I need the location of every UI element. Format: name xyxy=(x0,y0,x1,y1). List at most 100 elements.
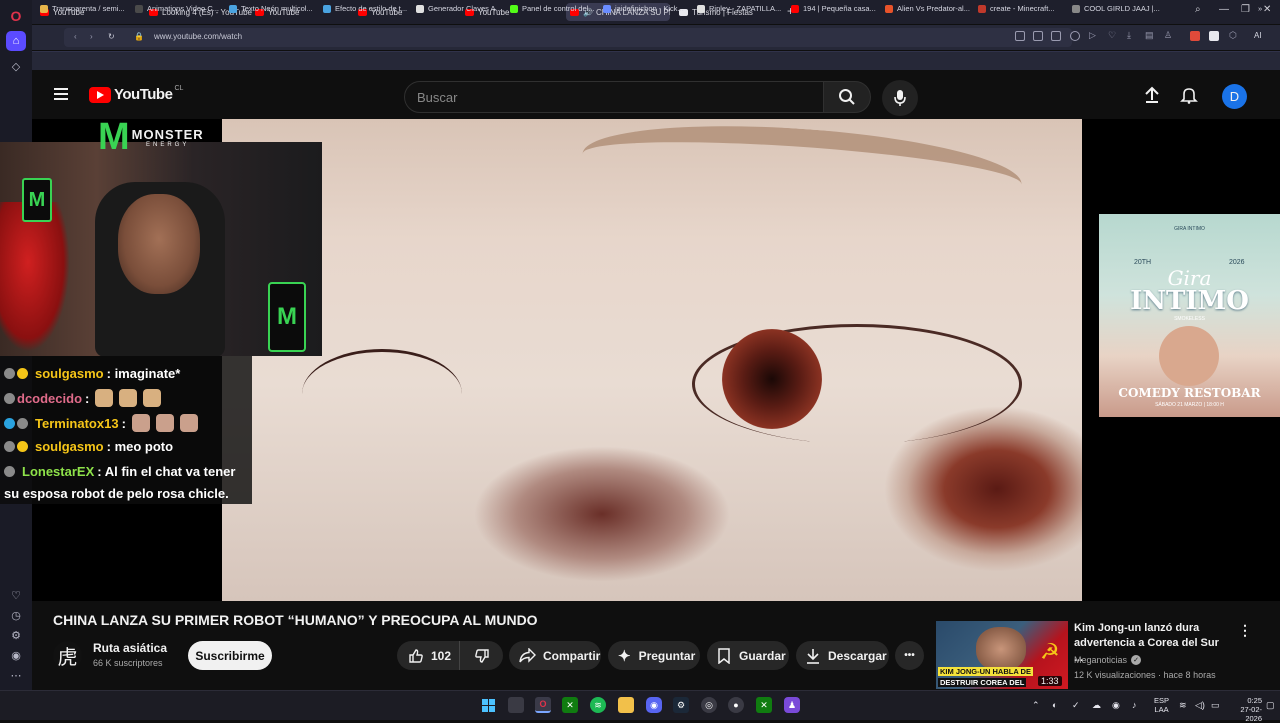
bookmark-item[interactable]: Animations Video C... xyxy=(135,4,219,13)
clock[interactable]: 0:25 27-02-2026 xyxy=(1232,696,1262,723)
tips-icon[interactable]: ◉ xyxy=(6,645,26,665)
ai-button[interactable]: AI xyxy=(1254,31,1262,40)
subscribe-label: Suscribirme xyxy=(195,648,265,663)
tray-overflow-icon[interactable]: ⌃ xyxy=(1032,700,1040,711)
battery-icon[interactable]: ▭ xyxy=(1211,700,1220,711)
dislike-button[interactable] xyxy=(460,641,503,670)
maximize-button[interactable]: ❐ xyxy=(1241,4,1250,15)
app-icon[interactable]: ◎ xyxy=(701,697,717,713)
windows-start-icon[interactable] xyxy=(480,697,496,713)
bookmark-label: Texto Neón multicol... xyxy=(241,4,313,13)
file-explorer-icon[interactable] xyxy=(618,697,634,713)
youtube-logo[interactable]: YouTube CL xyxy=(89,85,183,103)
tray-app-icon[interactable]: ◐ xyxy=(1052,700,1057,710)
bookmark-label: Animations Video C... xyxy=(147,4,219,13)
search-icon[interactable] xyxy=(1015,31,1025,41)
emote-icon xyxy=(179,414,198,432)
discord-icon[interactable]: ◉ xyxy=(646,697,662,713)
bookmark-item[interactable]: COOL GIRLD JAAJ |... xyxy=(1072,4,1160,13)
download-button[interactable]: Descargar xyxy=(796,641,889,670)
close-window-button[interactable]: ✕ xyxy=(1263,4,1271,15)
bookmark-item[interactable]: Texto Neón multicol... xyxy=(229,4,313,13)
language-indicator[interactable]: ESP LAA xyxy=(1154,696,1169,714)
bookmark-icon xyxy=(791,4,799,13)
ask-button[interactable]: ✦ Preguntar xyxy=(608,641,700,670)
edit-icon[interactable] xyxy=(1051,31,1061,41)
bookmark-item[interactable]: jaidefinichon - Kick... xyxy=(603,4,684,13)
spotify-icon[interactable]: ≋ xyxy=(590,697,606,713)
url-field[interactable]: ‹ › ↻ 🔒 www.youtube.com/watch xyxy=(64,28,1072,47)
subscribe-button[interactable]: Suscribirme xyxy=(188,641,272,670)
tray-steam-icon[interactable]: ✓ xyxy=(1072,700,1080,711)
wifi-icon[interactable]: ≋ xyxy=(1179,700,1187,711)
notifications-button[interactable] xyxy=(1180,86,1198,109)
hamburger-menu-icon[interactable] xyxy=(54,88,68,100)
steam-icon[interactable]: ⚙ xyxy=(673,697,689,713)
shield-icon[interactable] xyxy=(1070,31,1080,41)
voice-search-button[interactable] xyxy=(882,80,918,116)
upload-button[interactable] xyxy=(1143,86,1161,109)
ad-poster[interactable]: GIRA INTIMO 20TH 2026 Gira INTIMO SMOKEL… xyxy=(1099,214,1280,417)
bookmark-item[interactable]: Panel de control del... xyxy=(510,4,595,13)
chat-username: soulgasmo xyxy=(35,366,104,381)
settings-icon[interactable]: ⚙ xyxy=(6,625,26,645)
extension-red-icon[interactable] xyxy=(1190,31,1200,41)
more-actions-button[interactable]: ••• xyxy=(895,641,924,670)
heart-outline-icon[interactable]: ♡ xyxy=(1108,30,1118,40)
channel-name[interactable]: Ruta asiática xyxy=(93,641,167,655)
minimize-button[interactable]: — xyxy=(1219,4,1229,15)
camera-icon[interactable] xyxy=(1033,31,1043,41)
bookmark-item[interactable]: Efecto de estilo de t... xyxy=(323,4,407,13)
aria-icon[interactable]: ◇ xyxy=(6,56,26,76)
save-button[interactable]: Guardar xyxy=(707,641,789,670)
account-avatar[interactable]: D xyxy=(1222,84,1247,109)
opera-logo-icon[interactable]: O xyxy=(6,6,26,26)
opera-taskbar-icon[interactable]: O xyxy=(535,697,551,713)
xbox-icon[interactable]: ✕ xyxy=(562,697,578,713)
extension-white-icon[interactable] xyxy=(1209,31,1219,41)
history-icon[interactable]: ◷ xyxy=(6,605,26,625)
download-label: Descargar xyxy=(828,648,887,663)
reload-icon[interactable]: ↻ xyxy=(108,32,115,41)
more-sidebar-icon[interactable]: ⋯ xyxy=(6,665,26,685)
play-icon[interactable]: ▷ xyxy=(1089,30,1099,40)
xbox-app-icon[interactable]: ✕ xyxy=(756,697,772,713)
forward-icon[interactable]: › xyxy=(90,32,93,41)
bookmarks-overflow-icon[interactable]: » xyxy=(1258,4,1262,13)
recommendation-menu-icon[interactable]: ⋮ xyxy=(1238,622,1252,639)
microphone-icon xyxy=(894,90,906,106)
search-input[interactable]: Buscar xyxy=(404,81,824,113)
recommendation-thumbnail[interactable]: ☭ KIM JONG-UN HABLA DE DESTRUIR COREA DE… xyxy=(936,621,1068,689)
bookmark-item[interactable]: create - Minecraft... xyxy=(978,4,1055,13)
cube-icon[interactable]: ⬡ xyxy=(1229,30,1239,40)
recommendation-meta: 12 K visualizaciones · hace 8 horas xyxy=(1074,670,1216,680)
task-view-icon[interactable] xyxy=(508,697,524,713)
obs-icon[interactable]: ● xyxy=(728,697,744,713)
tab-search-icon[interactable]: ⌕ xyxy=(1195,4,1201,15)
recommendation-channel-row[interactable]: Meganoticias ✓ xyxy=(1074,655,1142,665)
search-button[interactable] xyxy=(823,81,871,113)
bookmark-label: jaidefinichon - Kick... xyxy=(615,4,684,13)
bookmark-item[interactable]: 194 | Pequeña casa... xyxy=(791,4,876,13)
download-icon[interactable]: ⤓ xyxy=(1127,30,1137,40)
notifications-center-icon[interactable]: ▢ xyxy=(1266,700,1275,711)
bookmark-item[interactable]: Generador Claves A... xyxy=(416,4,502,13)
tray-cloud-icon[interactable]: ☁ xyxy=(1092,700,1101,711)
share-button[interactable]: Compartir xyxy=(509,641,601,670)
tray-discord-icon[interactable]: ◉ xyxy=(1112,700,1120,711)
tray-mic-icon[interactable]: ♪ xyxy=(1132,700,1137,710)
bookmark-item[interactable]: Ripley - ZAPATILLA... xyxy=(697,4,781,13)
bookmark-label: Panel de control del... xyxy=(522,4,595,13)
video-frame[interactable] xyxy=(222,119,1082,601)
volume-icon[interactable]: ◁) xyxy=(1195,700,1205,711)
like-button[interactable]: 102 xyxy=(397,641,460,670)
channel-avatar[interactable]: 虎 xyxy=(53,641,82,670)
bookmark-item[interactable]: Transparenta / semi... xyxy=(40,4,125,13)
app-purple-icon[interactable]: ♟ xyxy=(784,697,800,713)
home-icon[interactable]: ⌂ xyxy=(6,31,26,51)
bookmark-item[interactable]: Alien Vs Predator-al... xyxy=(885,4,970,13)
profile-icon[interactable]: ♙ xyxy=(1164,30,1174,40)
heart-icon[interactable]: ♡ xyxy=(6,585,26,605)
back-icon[interactable]: ‹ xyxy=(74,32,77,41)
extensions-icon[interactable]: ▤ xyxy=(1145,30,1155,40)
